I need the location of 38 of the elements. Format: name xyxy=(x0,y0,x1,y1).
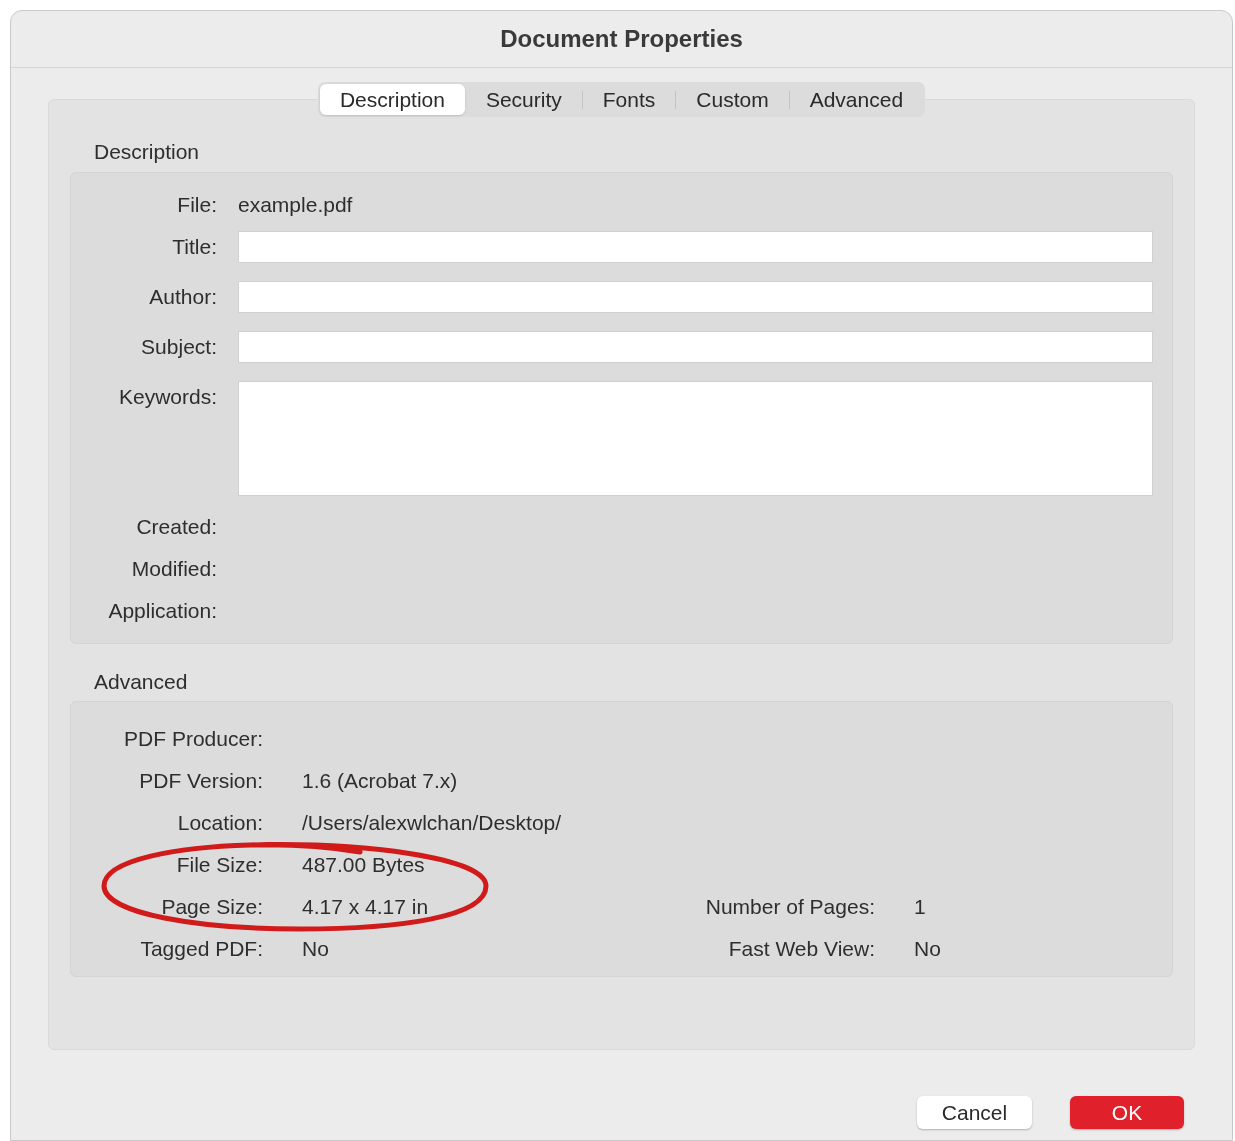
field-value: 487.00 Bytes xyxy=(302,853,425,877)
field-label: Location: xyxy=(177,811,263,835)
field-label: Number of Pages: xyxy=(705,895,875,919)
tab[interactable]: Advanced xyxy=(789,84,924,115)
field-label: Keywords: xyxy=(118,384,217,408)
tab[interactable]: Custom xyxy=(676,84,789,115)
field-label: Application: xyxy=(108,598,217,622)
field-label: Title: xyxy=(172,234,217,258)
field-label: File: xyxy=(177,192,217,216)
input-field[interactable] xyxy=(238,330,1153,363)
field-value: 4.17 x 4.17 in xyxy=(302,895,429,919)
field-value: No xyxy=(914,937,941,961)
input-field[interactable] xyxy=(238,280,1153,313)
tab[interactable]: Security xyxy=(465,84,582,115)
field-label: Fast Web View: xyxy=(728,937,875,961)
field-label: PDF Producer: xyxy=(124,727,263,751)
field-value: No xyxy=(302,937,329,961)
field-value: example.pdf xyxy=(238,191,353,218)
field-label: PDF Version: xyxy=(139,769,263,793)
section-heading: Description xyxy=(94,139,201,165)
field-label: Modified: xyxy=(131,556,217,580)
field-value: /Users/alexwlchan/Desktop/ xyxy=(302,811,562,835)
window-title: Document Properties xyxy=(500,24,743,54)
tab[interactable]: Description xyxy=(319,84,465,115)
input-field[interactable] xyxy=(238,230,1153,263)
field-value: 1.6 (Acrobat 7.x) xyxy=(302,769,458,793)
section-heading: Advanced xyxy=(94,668,189,695)
field-value: 1 xyxy=(914,895,926,919)
tab[interactable]: Fonts xyxy=(582,84,676,115)
ok-button[interactable]: OK xyxy=(1070,1096,1184,1129)
field-label: File Size: xyxy=(176,853,263,877)
field-label: Page Size: xyxy=(161,895,263,919)
field-label: Author: xyxy=(149,284,217,308)
cancel-button[interactable]: Cancel xyxy=(917,1096,1032,1129)
field-label: Subject: xyxy=(141,334,217,358)
input-field[interactable] xyxy=(238,380,1153,496)
field-label: Created: xyxy=(136,514,217,538)
field-label: Tagged PDF: xyxy=(140,937,263,961)
